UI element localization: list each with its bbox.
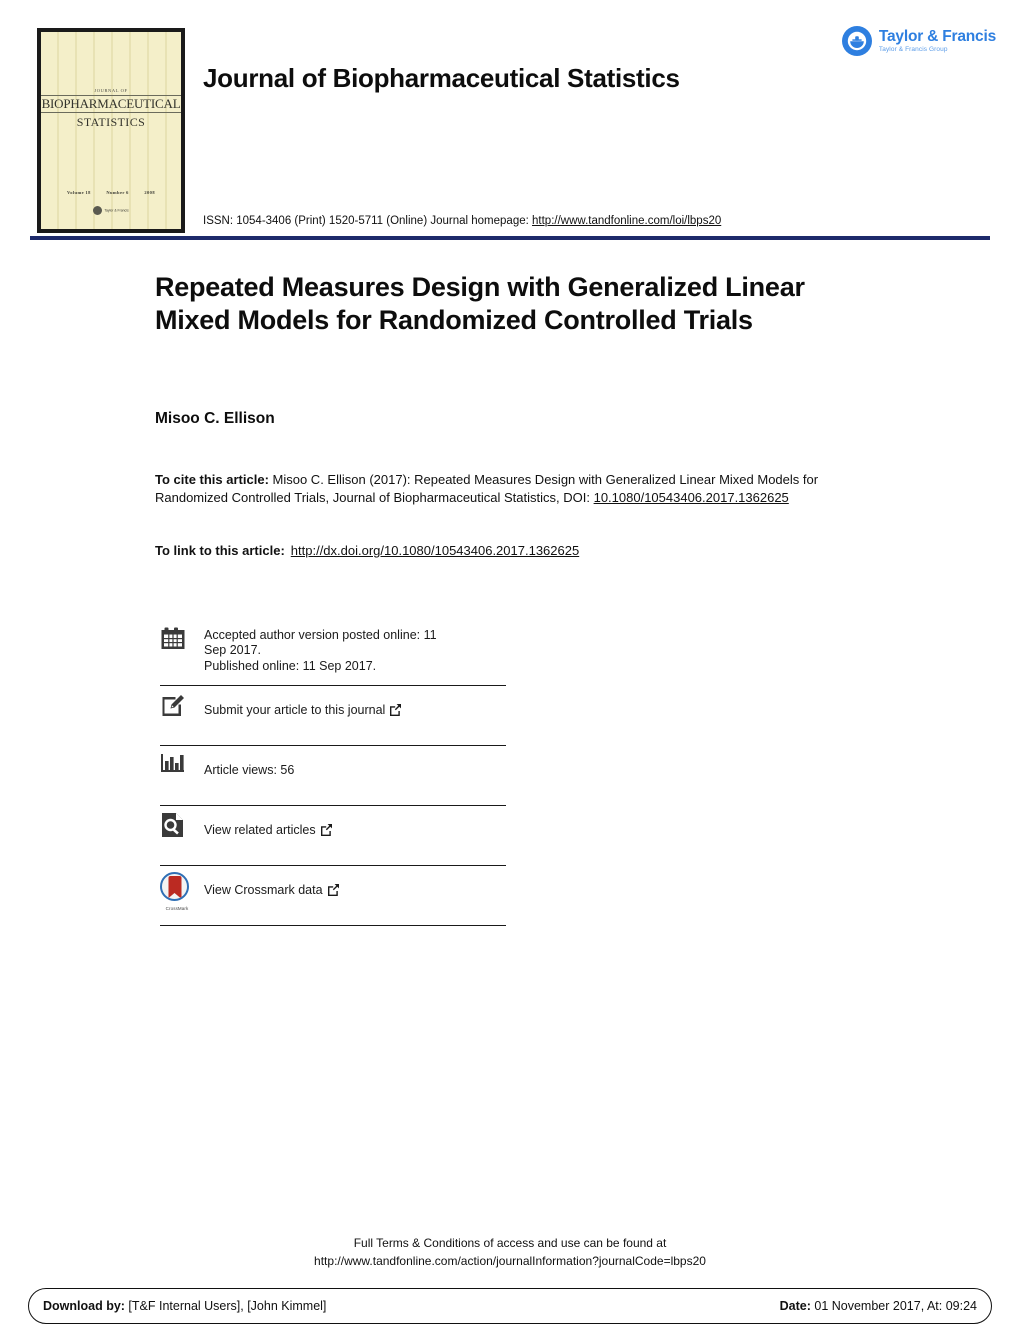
terms-and-conditions: Full Terms & Conditions of access and us… — [0, 1234, 1020, 1270]
external-link-icon — [320, 823, 333, 840]
terms-line-1: Full Terms & Conditions of access and us… — [353, 1236, 667, 1250]
issn-text: ISSN: 1054-3406 (Print) 1520-5711 (Onlin… — [203, 215, 533, 227]
terms-line-2: http://www.tandfonline.com/action/journa… — [314, 1254, 706, 1268]
view-related-articles-label[interactable]: View related articles — [204, 823, 316, 837]
metadata-row-published: Accepted author version posted online: 1… — [160, 620, 506, 686]
view-crossmark-label[interactable]: View Crossmark data — [204, 883, 323, 897]
taylor-francis-emblem-icon — [841, 26, 872, 56]
calendar-icon — [160, 624, 204, 652]
accepted-version-line1: Accepted author version posted online: 1… — [204, 628, 437, 642]
metadata-crossmark-text: View Crossmark data — [204, 870, 340, 900]
metadata-related-text: View related articles — [204, 810, 333, 840]
journal-title: Journal of Biopharmaceutical Statistics — [203, 63, 680, 93]
published-online-line: Published online: 11 Sep 2017. — [204, 658, 377, 673]
taylor-francis-logo: Taylor & Francis Taylor & Francis Group — [841, 26, 996, 56]
taylor-francis-group: Taylor & Francis Group — [878, 46, 948, 53]
article-author: Misoo C. Ellison — [155, 410, 275, 427]
metadata-row-related-articles[interactable]: View related articles — [160, 806, 506, 866]
cover-publisher-name: Taylor & Francis — [104, 208, 129, 213]
metadata-row-crossmark[interactable]: CrossMark View Crossmark data — [160, 866, 506, 926]
crossmark-icon: CrossMark — [160, 870, 204, 911]
download-date-label: Date: — [779, 1299, 811, 1313]
cover-kicker: JOURNAL OF — [94, 88, 128, 93]
metadata-submit-text: Submit your article to this journal — [204, 690, 402, 720]
cover-volume: Volume 18 — [67, 190, 91, 195]
download-date: Date: 01 November 2017, At: 09:24 — [780, 1299, 977, 1313]
download-date-value: 01 November 2017, At: 09:24 — [810, 1299, 977, 1313]
download-by: Download by: [T&F Internal Users], [John… — [43, 1299, 326, 1313]
article-search-icon — [160, 810, 204, 838]
external-link-icon — [389, 703, 402, 720]
cover-publisher-mark-icon — [93, 206, 103, 215]
crossmark-caption: CrossMark — [165, 906, 189, 911]
cover-title-line2: STATISTICS — [76, 114, 146, 129]
cover-title-line1: BIOPHARMACEUTICAL — [41, 95, 181, 113]
journal-cover-thumbnail: JOURNAL OF BIOPHARMACEUTICAL STATISTICS … — [37, 28, 185, 233]
metadata-published-text: Accepted author version posted online: 1… — [204, 624, 437, 674]
cover-issue-line: Volume 18 Number 6 2008 — [41, 190, 181, 195]
link-to-article: To link to this article: http://dx.doi.or… — [155, 543, 579, 558]
article-doi-url-link[interactable]: http://dx.doi.org/10.1080/10543406.2017.… — [291, 543, 579, 558]
download-by-label: Download by: — [43, 1299, 125, 1313]
doi-link[interactable]: 10.1080/10543406.2017.1362625 — [594, 490, 789, 505]
link-label: To link to this article: — [155, 543, 285, 558]
cover-year: 2008 — [144, 190, 155, 195]
accepted-version-line2: Sep 2017. — [204, 643, 261, 658]
cover-publisher-logo: Taylor & Francis — [41, 206, 181, 215]
download-info-bar: Download by: [T&F Internal Users], [John… — [28, 1288, 992, 1324]
metadata-views-text: Article views: 56 — [204, 763, 295, 777]
download-by-value: [T&F Internal Users], [John Kimmel] — [124, 1299, 327, 1313]
citation-block: To cite this article: Misoo C. Ellison (… — [155, 471, 875, 508]
metadata-row-views: Article views: 56 — [160, 746, 506, 806]
header-divider — [30, 236, 990, 240]
pencil-square-icon — [160, 690, 204, 718]
page-header: JOURNAL OF BIOPHARMACEUTICAL STATISTICS … — [0, 0, 1020, 250]
external-link-icon — [327, 883, 340, 900]
taylor-francis-name: Taylor & Francis — [878, 27, 996, 45]
cite-label: To cite this article: — [155, 472, 269, 487]
journal-homepage-link[interactable]: http://www.tandfonline.com/loi/lbps20 — [532, 215, 721, 227]
issn-line: ISSN: 1054-3406 (Print) 1520-5711 (Onlin… — [203, 215, 721, 227]
submit-article-label[interactable]: Submit your article to this journal — [204, 703, 385, 717]
bar-chart-icon — [160, 750, 204, 774]
article-title: Repeated Measures Design with Generalize… — [155, 272, 805, 335]
cover-number: Number 6 — [106, 190, 129, 195]
article-metadata-list: Accepted author version posted online: 1… — [160, 620, 506, 926]
metadata-row-submit[interactable]: Submit your article to this journal — [160, 686, 506, 746]
